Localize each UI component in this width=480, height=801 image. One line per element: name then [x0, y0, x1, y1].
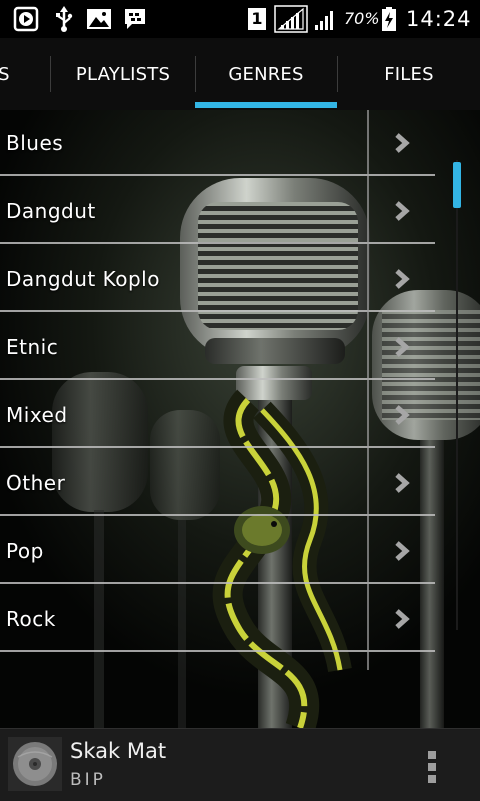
row-divider — [0, 242, 435, 244]
genre-label: Rock — [6, 607, 56, 631]
tab-label: PLAYLISTS — [75, 64, 171, 85]
signal-strength-icon — [274, 5, 308, 33]
genre-label: Dangdut — [6, 199, 96, 223]
chevron-right-icon — [395, 405, 410, 425]
overflow-menu-icon[interactable] — [418, 743, 446, 787]
album-art-icon[interactable] — [8, 737, 62, 791]
sim-1-icon: 1 — [246, 6, 268, 32]
genre-row-blues[interactable]: Blues — [0, 110, 435, 176]
row-divider — [0, 446, 435, 448]
image-icon — [86, 6, 112, 32]
genre-row-dangdut[interactable]: Dangdut — [0, 178, 435, 244]
clock: 14:24 — [406, 7, 472, 31]
row-divider — [0, 174, 435, 176]
row-divider — [0, 650, 435, 652]
genre-label: Blues — [6, 131, 64, 155]
genre-label: Etnic — [6, 335, 59, 359]
row-divider — [0, 310, 435, 312]
chevron-right-icon — [395, 541, 410, 561]
genre-row-other[interactable]: Other — [0, 450, 435, 516]
row-divider — [0, 514, 435, 516]
tab-songs[interactable]: S — [0, 38, 14, 110]
tab-files[interactable]: FILES — [338, 38, 480, 110]
genre-label: Other — [6, 471, 66, 495]
chevron-right-icon — [395, 201, 410, 221]
chevron-right-icon — [395, 269, 410, 289]
bbm-icon — [122, 6, 148, 32]
genre-row-rock[interactable]: Rock — [0, 586, 435, 652]
status-bar: 1 70% 14:24 — [0, 0, 480, 38]
scrollbar-thumb[interactable] — [453, 162, 461, 208]
row-divider — [0, 582, 435, 584]
now-playing-bar[interactable]: Skak Mat BIP — [0, 728, 480, 801]
scrollbar-track — [456, 160, 458, 630]
tab-genres[interactable]: GENRES — [196, 38, 336, 110]
chevron-right-icon — [395, 133, 410, 153]
genre-label: Pop — [6, 539, 44, 563]
row-divider — [0, 378, 435, 380]
play-notification-icon — [12, 6, 40, 32]
battery-charging-icon — [380, 6, 398, 32]
list-column-divider — [367, 110, 369, 670]
genre-list: Blues Dangdut Dangdut Koplo Etnic Mixed … — [0, 110, 435, 670]
genre-label: Mixed — [6, 403, 68, 427]
now-playing-artist: BIP — [70, 770, 106, 790]
genre-row-pop[interactable]: Pop — [0, 518, 435, 584]
signal-strength-2-icon — [312, 6, 338, 32]
tab-label: FILES — [384, 64, 434, 85]
tab-playlists[interactable]: PLAYLISTS — [51, 38, 195, 110]
tab-label: GENRES — [228, 64, 304, 85]
sim-label: 1 — [248, 8, 266, 30]
genre-row-mixed[interactable]: Mixed — [0, 382, 435, 448]
now-playing-title: Skak Mat — [70, 739, 167, 763]
usb-icon — [52, 6, 76, 32]
tab-label: S — [0, 64, 10, 85]
battery-percent: 70% — [344, 9, 380, 28]
tab-active-indicator — [195, 102, 337, 108]
genre-row-dangdut-koplo[interactable]: Dangdut Koplo — [0, 246, 435, 312]
chevron-right-icon — [395, 473, 410, 493]
chevron-right-icon — [395, 337, 410, 357]
genre-row-etnic[interactable]: Etnic — [0, 314, 435, 380]
chevron-right-icon — [395, 609, 410, 629]
genre-label: Dangdut Koplo — [6, 267, 160, 291]
tab-bar: S PLAYLISTS GENRES FILES — [0, 38, 480, 112]
